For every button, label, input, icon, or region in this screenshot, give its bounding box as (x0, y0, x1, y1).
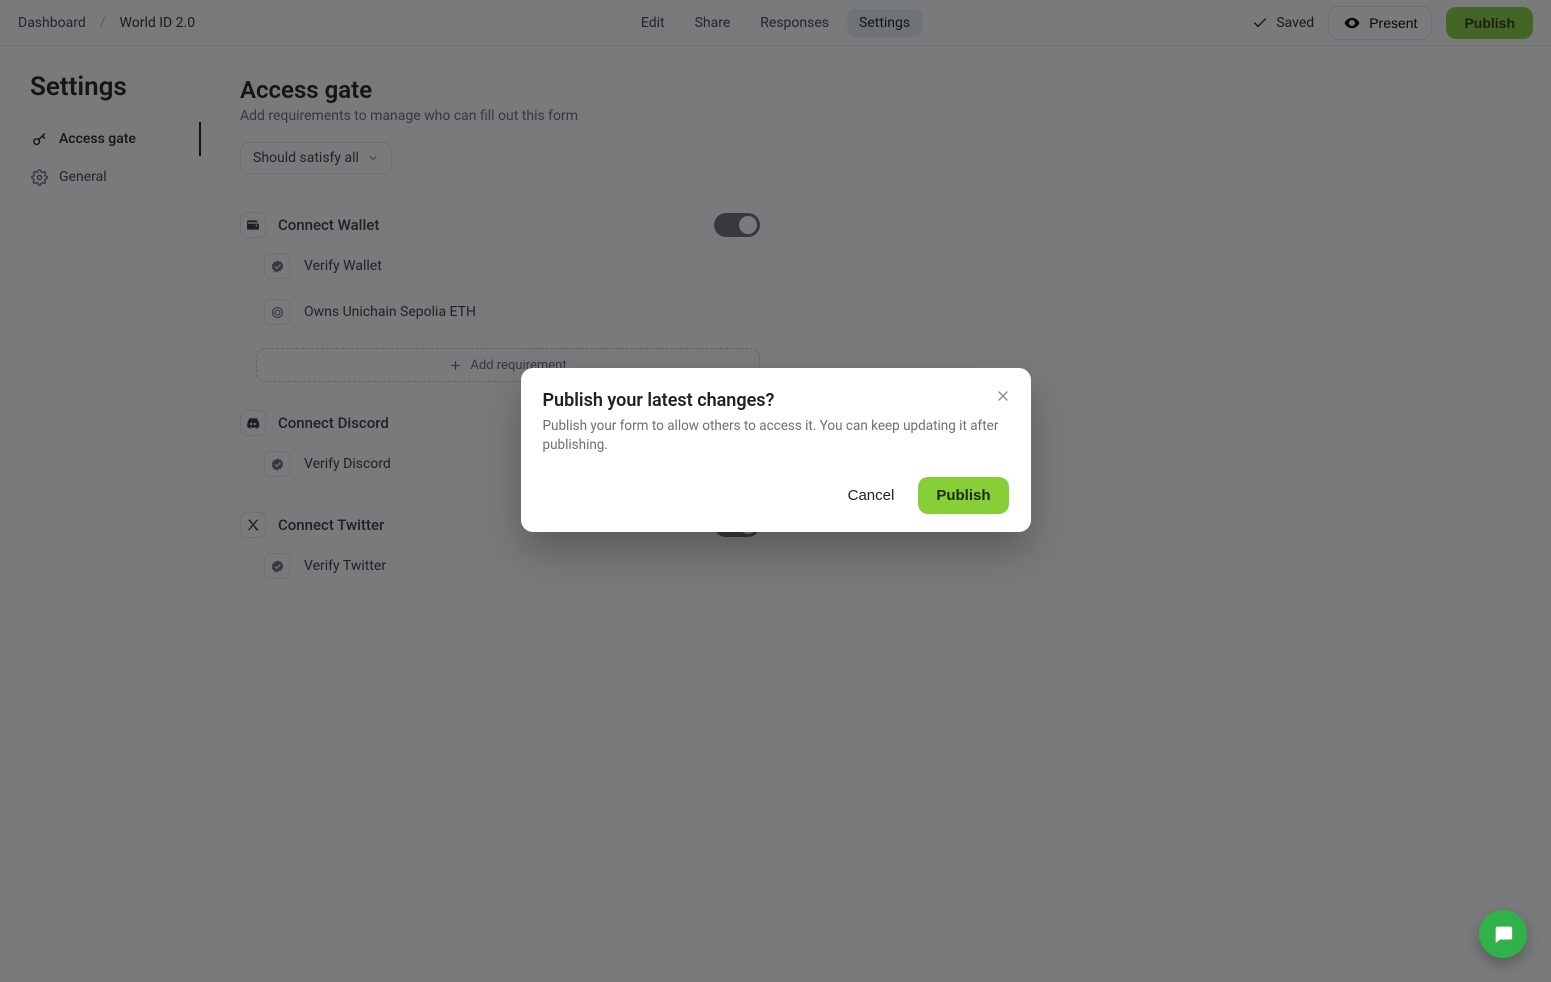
cancel-button[interactable]: Cancel (838, 477, 905, 514)
chat-icon (1492, 923, 1514, 945)
publish-modal: Publish your latest changes? Publish you… (521, 368, 1031, 532)
close-icon (995, 388, 1011, 404)
modal-actions: Cancel Publish (543, 477, 1009, 514)
modal-body: Publish your form to allow others to acc… (543, 417, 1009, 455)
close-button[interactable] (989, 382, 1017, 410)
modal-title: Publish your latest changes? (543, 390, 1009, 411)
confirm-publish-button[interactable]: Publish (918, 477, 1008, 514)
chat-launcher[interactable] (1479, 910, 1527, 958)
modal-overlay[interactable]: Publish your latest changes? Publish you… (0, 0, 1551, 982)
